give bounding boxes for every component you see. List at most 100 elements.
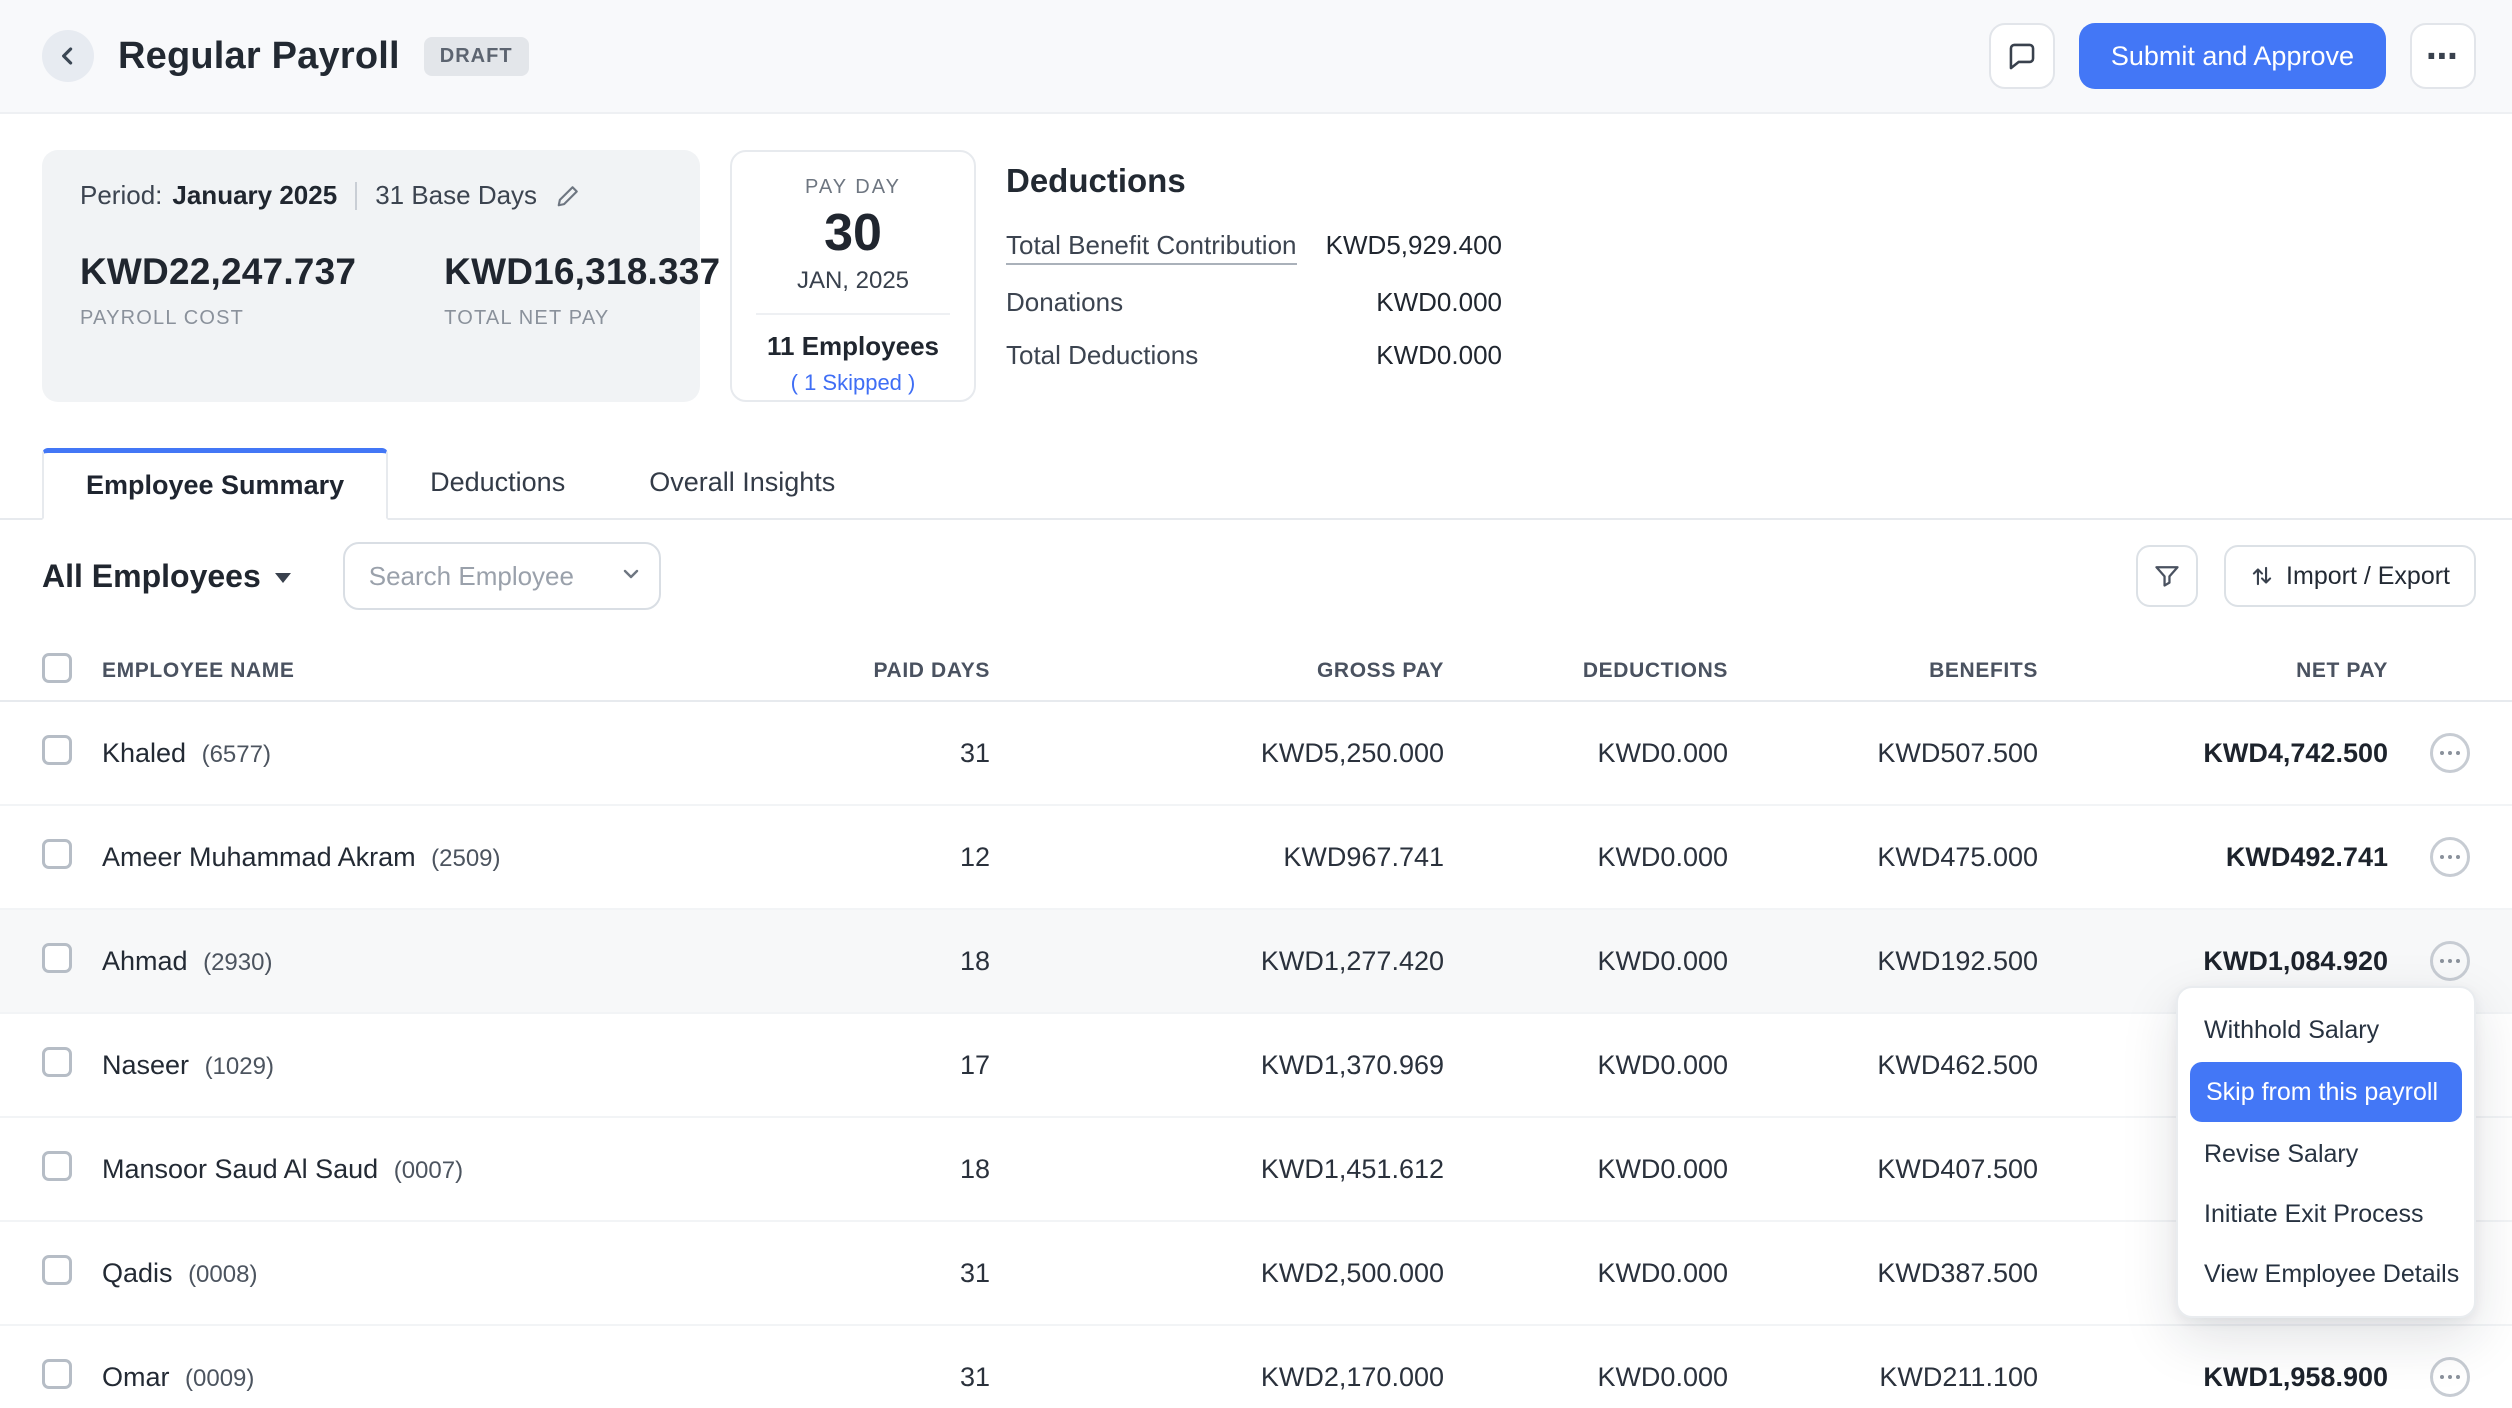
employee-name: Qadis — [102, 1258, 173, 1288]
table-row[interactable]: Ameer Muhammad Akram (2509) 12 KWD967.74… — [0, 806, 2512, 910]
comments-button[interactable] — [1989, 23, 2055, 89]
divider — [756, 313, 950, 315]
net-pay-cell: KWD4,742.500 — [2038, 738, 2388, 769]
employee-id: (0008) — [188, 1261, 257, 1288]
col-deductions: DEDUCTIONS — [1444, 659, 1728, 683]
employee-count: 11 Employees — [748, 331, 958, 362]
deductions-cell: KWD0.000 — [1444, 842, 1728, 873]
table-row[interactable]: Omar (0009) 31 KWD2,170.000 KWD0.000 KWD… — [0, 1326, 2512, 1408]
page-title: Regular Payroll — [118, 35, 400, 78]
row-checkbox[interactable] — [42, 1359, 72, 1389]
row-actions-button[interactable] — [2430, 1357, 2470, 1397]
search-employee-input[interactable] — [343, 542, 661, 610]
deductions-cell: KWD0.000 — [1444, 1050, 1728, 1081]
table-row[interactable]: Ahmad (2930) 18 KWD1,277.420 KWD0.000 KW… — [0, 910, 2512, 1014]
more-options-button[interactable]: ⋯ — [2410, 23, 2476, 89]
deduction-row: Donations KWD0.000 — [1006, 287, 1502, 318]
period-value: January 2025 — [172, 180, 337, 211]
edit-period-icon[interactable] — [555, 183, 581, 209]
import-export-button[interactable]: Import / Export — [2224, 545, 2476, 607]
table-row[interactable]: Qadis (0008) 31 KWD2,500.000 KWD0.000 KW… — [0, 1222, 2512, 1326]
row-checkbox[interactable] — [42, 1047, 72, 1077]
select-all-checkbox[interactable] — [42, 653, 72, 683]
payday-label: PAY DAY — [748, 176, 958, 199]
skipped-count-link[interactable]: ( 1 Skipped ) — [748, 370, 958, 396]
table-row[interactable]: Naseer (1029) 17 KWD1,370.969 KWD0.000 K… — [0, 1014, 2512, 1118]
menu-item-initiate-exit-process[interactable]: Initiate Exit Process — [2178, 1184, 2474, 1244]
tab-overall-insights[interactable]: Overall Insights — [607, 446, 877, 518]
net-pay-cell: KWD1,958.900 — [2038, 1362, 2388, 1393]
row-actions-button[interactable] — [2430, 733, 2470, 773]
payroll-page: Regular Payroll DRAFT Submit and Approve… — [0, 0, 2512, 1408]
payroll-cost-label: PAYROLL COST — [80, 307, 356, 330]
row-actions-button[interactable] — [2430, 837, 2470, 877]
deduction-value: KWD0.000 — [1376, 287, 1502, 318]
deductions-cell: KWD0.000 — [1444, 1258, 1728, 1289]
menu-item-label: View Employee Details — [2204, 1260, 2459, 1289]
benefits-cell: KWD387.500 — [1728, 1258, 2038, 1289]
deductions-cell: KWD0.000 — [1444, 1362, 1728, 1393]
gross-pay-cell: KWD2,170.000 — [990, 1362, 1444, 1393]
tab-label: Deductions — [430, 467, 565, 498]
employee-id: (2509) — [431, 845, 500, 872]
deductions-cell: KWD0.000 — [1444, 1154, 1728, 1185]
tab-employee-summary[interactable]: Employee Summary — [42, 448, 388, 520]
deduction-label: Total Deductions — [1006, 340, 1198, 371]
table-row[interactable]: Mansoor Saud Al Saud (0007) 18 KWD1,451.… — [0, 1118, 2512, 1222]
total-net-pay-value: KWD16,318.337 — [444, 251, 720, 293]
tab-label: Employee Summary — [86, 470, 344, 501]
comment-bubble-icon — [2005, 39, 2039, 73]
top-bar: Regular Payroll DRAFT Submit and Approve… — [0, 0, 2512, 114]
employee-name: Omar — [102, 1362, 170, 1392]
row-checkbox[interactable] — [42, 1151, 72, 1181]
benefits-cell: KWD407.500 — [1728, 1154, 2038, 1185]
payday-card: PAY DAY 30 JAN, 2025 11 Employees ( 1 Sk… — [730, 150, 976, 402]
filter-button[interactable] — [2136, 545, 2198, 607]
deduction-value: KWD5,929.400 — [1326, 230, 1502, 261]
submit-and-approve-button[interactable]: Submit and Approve — [2079, 23, 2386, 89]
table-row[interactable]: Khaled (6577) 31 KWD5,250.000 KWD0.000 K… — [0, 702, 2512, 806]
employee-name: Ahmad — [102, 946, 188, 976]
circled-ellipsis-icon — [2440, 959, 2460, 963]
back-button[interactable] — [42, 30, 94, 82]
paid-days-cell: 31 — [742, 738, 990, 769]
benefits-cell: KWD192.500 — [1728, 946, 2038, 977]
row-checkbox[interactable] — [42, 735, 72, 765]
period-label: Period: — [80, 180, 162, 211]
menu-item-withhold-salary[interactable]: Withhold Salary — [2178, 1000, 2474, 1060]
gross-pay-cell: KWD2,500.000 — [990, 1258, 1444, 1289]
payroll-cost-value: KWD22,247.737 — [80, 251, 356, 293]
deduction-row: Total Benefit Contribution KWD5,929.400 — [1006, 230, 1502, 265]
col-benefits: BENEFITS — [1728, 659, 2038, 683]
benefits-cell: KWD507.500 — [1728, 738, 2038, 769]
deductions-cell: KWD0.000 — [1444, 738, 1728, 769]
col-net-pay: NET PAY — [2038, 659, 2388, 683]
ellipsis-icon: ⋯ — [2426, 40, 2460, 72]
row-actions-menu: Withhold Salary Skip from this payroll R… — [2176, 986, 2476, 1318]
employee-id: (0009) — [185, 1365, 254, 1392]
paid-days-cell: 31 — [742, 1258, 990, 1289]
row-checkbox[interactable] — [42, 943, 72, 973]
divider — [355, 182, 357, 210]
gross-pay-cell: KWD1,277.420 — [990, 946, 1444, 977]
employee-filter-dropdown[interactable]: All Employees — [42, 558, 291, 595]
benefits-cell: KWD475.000 — [1728, 842, 2038, 873]
row-checkbox[interactable] — [42, 1255, 72, 1285]
paid-days-cell: 12 — [742, 842, 990, 873]
row-checkbox[interactable] — [42, 839, 72, 869]
employee-name: Naseer — [102, 1050, 189, 1080]
deduction-label: Total Benefit Contribution — [1006, 230, 1297, 265]
tab-deductions[interactable]: Deductions — [388, 446, 607, 518]
caret-down-icon — [275, 573, 291, 583]
menu-item-view-employee-details[interactable]: View Employee Details — [2178, 1244, 2474, 1304]
menu-item-revise-salary[interactable]: Revise Salary — [2178, 1124, 2474, 1184]
menu-item-skip-from-this-payroll[interactable]: Skip from this payroll — [2190, 1062, 2462, 1122]
menu-item-label: Skip from this payroll — [2206, 1078, 2438, 1107]
tabs: Employee Summary Deductions Overall Insi… — [0, 446, 2512, 520]
circled-ellipsis-icon — [2440, 1375, 2460, 1379]
col-paid-days: PAID DAYS — [742, 659, 990, 683]
benefits-cell: KWD211.100 — [1728, 1362, 2038, 1393]
row-actions-button[interactable] — [2430, 941, 2470, 981]
import-export-icon — [2250, 563, 2274, 589]
chevron-left-icon — [54, 42, 82, 70]
